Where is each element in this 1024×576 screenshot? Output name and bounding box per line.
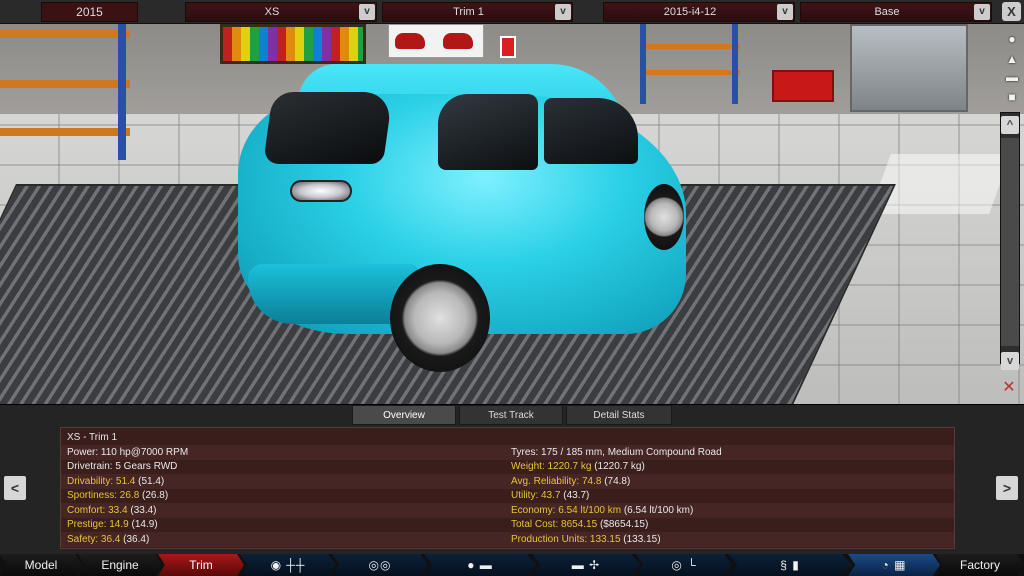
chevron-down-icon[interactable]: v [974,4,990,20]
side-window [438,94,538,170]
tab-test-track[interactable]: Test Track [459,405,563,425]
steering-seat-icon: ◎ └ [671,558,697,572]
engine-dropdown-label: 2015-i4-12 [663,6,717,18]
car-fan-icon: ▬ ✢ [571,558,601,572]
scroll-thumb[interactable] [1001,138,1019,346]
red-crate [772,70,834,102]
stats-row: Prestige: 14.9 (14.9) Total Cost: 8654.1… [61,517,954,532]
trim-dropdown[interactable]: Trim 1 v [382,2,573,22]
front-wheel [644,184,684,250]
car-title: XS - Trim 1 [67,432,118,443]
car-model[interactable] [238,64,688,372]
stats-row: Drivetrain: 5 Gears RWD Weight: 1220.7 k… [61,459,954,474]
stat-economy: Economy: 6.54 lt/100 km (6.54 lt/100 km) [511,505,694,516]
chevron-down-icon[interactable]: v [777,4,793,20]
prev-button[interactable]: < [4,476,26,500]
scroll-down-button[interactable]: v [1001,352,1019,370]
side-window [544,98,638,164]
stats-table: XS - Trim 1 Power: 110 hp@7000 RPM Tyres… [60,427,955,549]
stats-row: Sportiness: 26.8 (26.8) Utility: 43.7 (4… [61,488,954,503]
car-side-view-icon[interactable]: ▬ [1002,70,1022,84]
rear-window [262,92,394,164]
close-button[interactable]: X [1002,2,1021,21]
fire-extinguisher-sign [500,36,516,58]
model-dropdown-label: XS [264,6,280,18]
stat-total-cost: Total Cost: 8654.15 ($8654.15) [511,519,649,530]
nav-body[interactable]: ● ▬ [424,554,536,576]
stats-row: Power: 110 hp@7000 RPM Tyres: 175 / 185 … [61,445,954,460]
nav-suspension[interactable]: § ▮ [728,554,852,576]
suspension-icon: § ▮ [780,558,800,572]
engine-dropdown[interactable]: 2015-i4-12 v [603,2,795,22]
nav-factory[interactable]: Factory [936,554,1024,576]
stat-sportiness: Sportiness: 26.8 (26.8) [67,490,169,501]
stats-row: Safety: 36.4 (36.4) Production Units: 13… [61,532,954,547]
stat-comfort: Comfort: 33.4 (33.4) [67,505,157,516]
gearbox-icon: ◉ ┼┼ [270,558,306,572]
nav-trim[interactable]: Trim [158,554,244,576]
game-window: 2015 XS v Trim 1 v 2015-i4-12 v Base v X [0,0,1024,576]
tab-overview[interactable]: Overview [352,405,456,425]
stat-drivability: Drivability: 51.4 (51.4) [67,476,165,487]
nav-testing[interactable]: ◔ ▦ [848,554,940,576]
left-shelf [0,24,150,160]
wheels-icon: ◎◎ [368,558,392,572]
car-poster [388,24,484,58]
stat-reliability: Avg. Reliability: 74.8 (74.8) [511,476,631,487]
rear-wheel [390,264,490,372]
stats-row: Drivability: 51.4 (51.4) Avg. Reliabilit… [61,474,954,489]
stat-production-units: Production Units: 133.15 (133.15) [511,534,661,545]
chevron-down-icon[interactable]: v [555,4,571,20]
stat-tyres: Tyres: 175 / 185 mm, Medium Compound Roa… [511,447,722,458]
camera-icon[interactable]: ● [1002,32,1022,46]
top-bar: 2015 XS v Trim 1 v 2015-i4-12 v Base v X [0,0,1024,24]
next-button[interactable]: > [996,476,1018,500]
nav-engine[interactable]: Engine [78,554,162,576]
chevron-down-icon[interactable]: v [359,4,375,20]
variant-dropdown-label: Base [874,6,900,18]
stat-utility: Utility: 43.7 (43.7) [511,490,590,501]
nav-aero[interactable]: ▬ ✢ [532,554,640,576]
stats-row: XS - Trim 1 [61,430,954,445]
variant-dropdown[interactable]: Base v [800,2,992,22]
tail-light [290,180,352,202]
gauge-flag-icon: ◔ ▦ [881,558,907,572]
stat-safety: Safety: 36.4 (36.4) [67,534,150,545]
car-front-view-icon[interactable]: ▲ [1002,52,1022,66]
stat-power: Power: 110 hp@7000 RPM [67,447,189,458]
bottom-nav: Model Engine Trim ◉ ┼┼ ◎◎ ● ▬ ▬ ✢ ◎ └ § … [0,554,1024,576]
car-viewport[interactable] [0,24,1024,404]
model-dropdown[interactable]: XS v [185,2,377,22]
color-palette-board [220,24,366,64]
tab-detail-stats[interactable]: Detail Stats [566,405,672,425]
trim-dropdown-label: Trim 1 [453,6,484,18]
scroll-up-button[interactable]: ^ [1001,116,1019,134]
stat-prestige: Prestige: 14.9 (14.9) [67,519,158,530]
garage-door [850,24,968,112]
stats-row: Comfort: 33.4 (33.4) Economy: 6.54 lt/10… [61,503,954,518]
body-icon: ● ▬ [467,558,493,572]
nav-interior[interactable]: ◎ └ [636,554,732,576]
nav-chassis-gearbox[interactable]: ◉ ┼┼ [240,554,336,576]
car-rear-view-icon[interactable]: ■ [1002,90,1022,104]
nav-wheels[interactable]: ◎◎ [332,554,428,576]
stat-drivetrain: Drivetrain: 5 Gears RWD [67,461,178,472]
stat-weight: Weight: 1220.7 kg (1220.7 kg) [511,461,645,472]
delete-icon[interactable]: ✕ [998,378,1020,398]
year-display: 2015 [41,2,138,22]
nav-model[interactable]: Model [0,554,82,576]
